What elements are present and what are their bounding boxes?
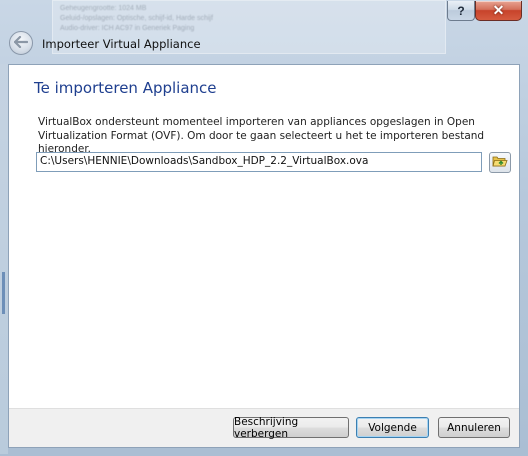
footer-separator bbox=[9, 408, 519, 409]
wizard-client-area: Te importeren Appliance VirtualBox onder… bbox=[8, 64, 520, 448]
file-path-input[interactable]: C:\Users\HENNIE\Downloads\Sandbox_HDP_2.… bbox=[36, 152, 482, 172]
hide-description-button[interactable]: Beschrijving verbergen bbox=[233, 416, 349, 440]
cancel-button[interactable]: Annuleren bbox=[438, 417, 510, 438]
window-title: Importeer Virtual Appliance bbox=[42, 37, 201, 51]
browse-file-button[interactable] bbox=[489, 152, 511, 173]
page-heading: Te importeren Appliance bbox=[34, 79, 217, 97]
help-button[interactable]: ? bbox=[447, 1, 475, 21]
ghost-line: Geheugengrootte: 1024 MB bbox=[60, 5, 147, 12]
back-button[interactable] bbox=[9, 31, 33, 55]
left-background-strip bbox=[0, 64, 8, 454]
background-marker bbox=[2, 272, 5, 314]
ghost-line: Audio-driver: ICH AC97 in Generiek Pagin… bbox=[60, 25, 195, 32]
close-button[interactable]: ✕ bbox=[475, 1, 522, 21]
wizard-page: Te importeren Appliance VirtualBox onder… bbox=[9, 65, 519, 408]
back-arrow-icon bbox=[13, 35, 29, 51]
open-folder-icon bbox=[492, 154, 508, 171]
next-button[interactable]: Volgende bbox=[356, 417, 429, 438]
page-description: VirtualBox ondersteunt momenteel importe… bbox=[38, 116, 485, 155]
ghost-line: Geluid-/opslagen: Optische, schijf-id, H… bbox=[60, 15, 213, 22]
window-frame: Geheugengrootte: 1024 MB Geluid-/opslage… bbox=[0, 0, 528, 456]
